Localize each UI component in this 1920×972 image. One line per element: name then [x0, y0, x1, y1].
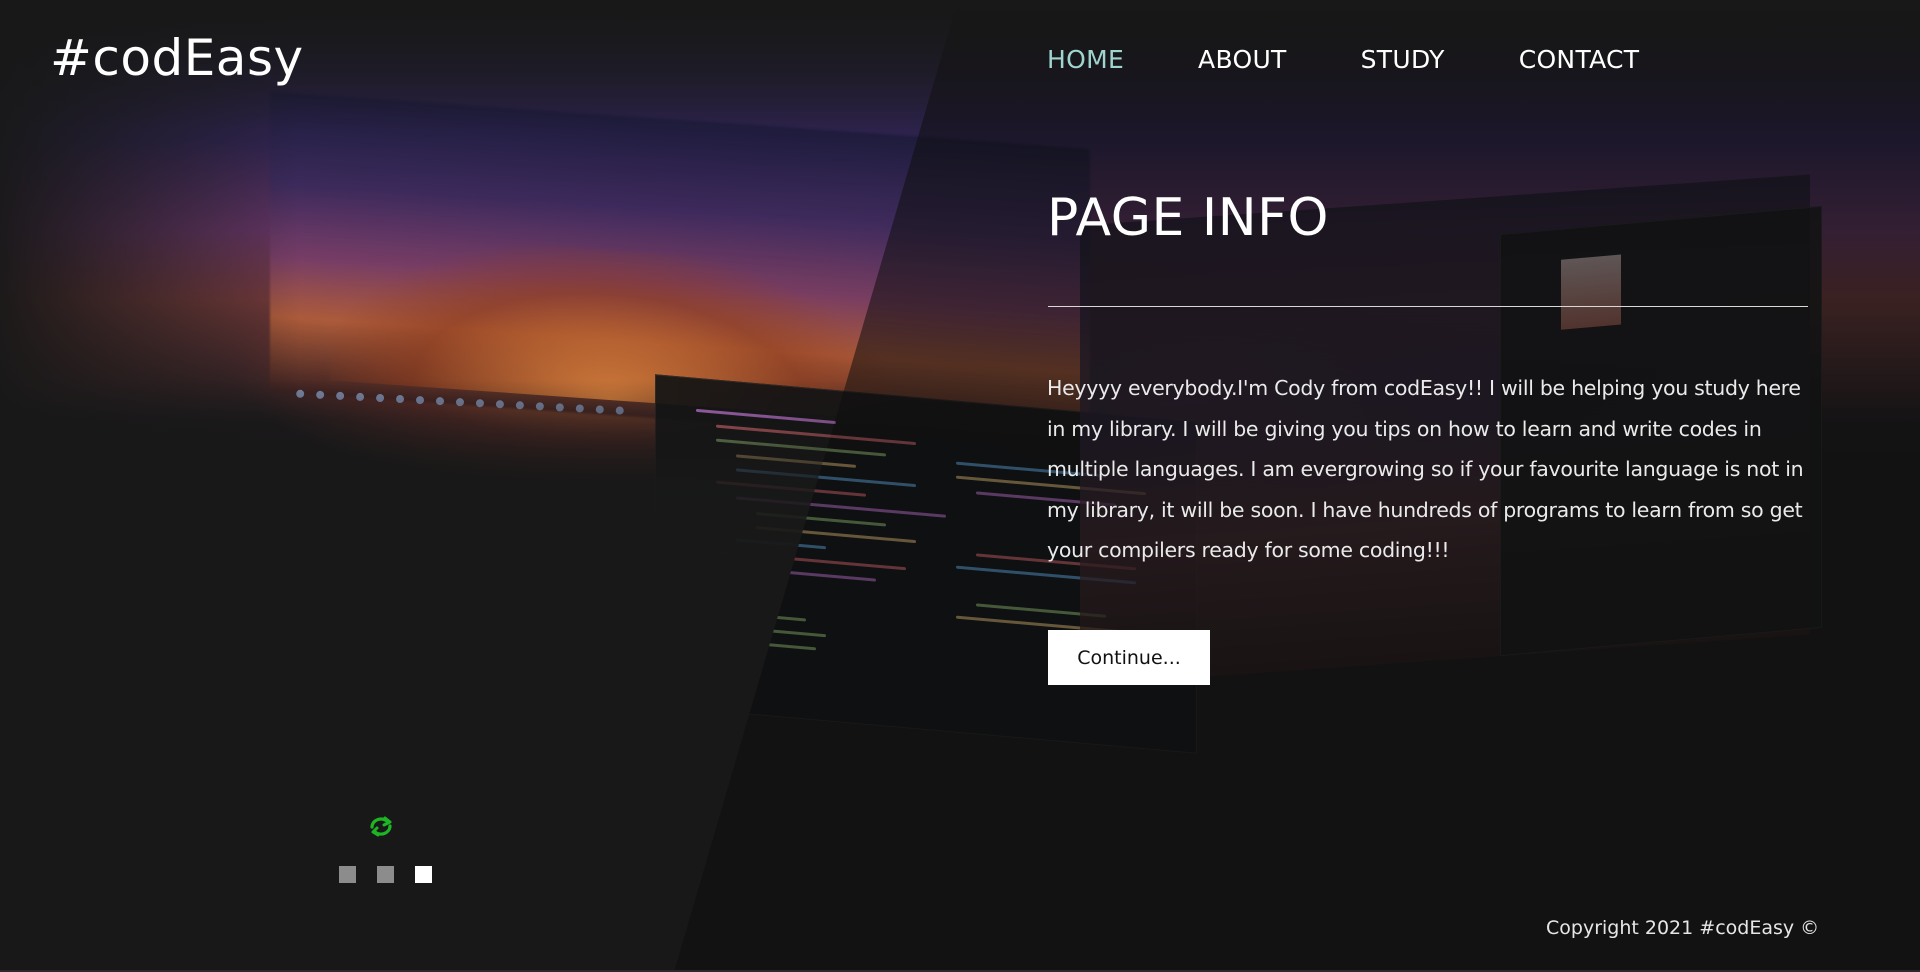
slider-dot-3[interactable] — [415, 866, 432, 883]
slider-dot-2[interactable] — [377, 866, 394, 883]
nav-home[interactable]: HOME — [1047, 40, 1124, 80]
copyright-text: Copyright 2021 #codEasy © — [1546, 917, 1820, 939]
nav-contact[interactable]: CONTACT — [1519, 40, 1640, 80]
intro-text: Heyyyy everybody.I'm Cody from codEasy!!… — [1047, 376, 1804, 562]
nav-about[interactable]: ABOUT — [1198, 40, 1287, 80]
site-logo[interactable]: #codEasy — [50, 26, 304, 90]
slider-dots — [339, 866, 453, 883]
main-nav: HOME ABOUT STUDY CONTACT — [1047, 40, 1713, 80]
title-divider — [1048, 306, 1808, 307]
slider-dot-1[interactable] — [339, 866, 356, 883]
refresh-icon[interactable] — [367, 814, 395, 838]
page: #codEasy HOME ABOUT STUDY CONTACT PAGE I… — [0, 0, 1920, 972]
nav-study[interactable]: STUDY — [1361, 40, 1445, 80]
page-title: PAGE INFO — [1047, 188, 1329, 248]
continue-button[interactable]: Continue... — [1048, 630, 1210, 685]
